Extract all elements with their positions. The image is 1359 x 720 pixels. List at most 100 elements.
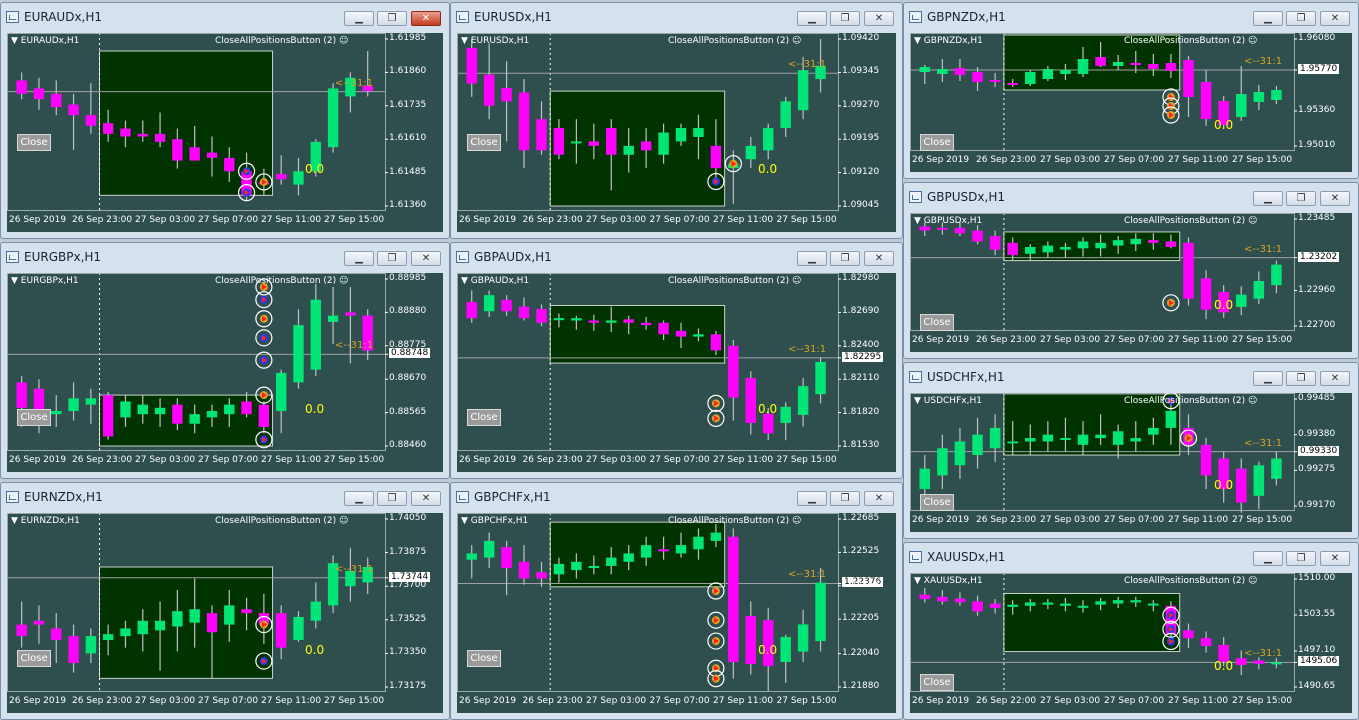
title-bar[interactable]: EURUSDx,H1 ▁ ❐ ✕ <box>451 3 902 31</box>
close-all-positions-button[interactable]: CloseAllPositionsButton (2) ☺ <box>668 36 801 46</box>
price-chart[interactable]: 1.23485 1.23202 1.22960 1.22700 26 Sep 2019 2… <box>910 213 1352 352</box>
maximize-button[interactable]: ❐ <box>1286 11 1316 26</box>
close-window-button[interactable]: ✕ <box>411 491 441 506</box>
close-window-button[interactable]: ✕ <box>1320 191 1350 206</box>
close-window-button[interactable]: ✕ <box>1320 11 1350 26</box>
chart-menu-icon[interactable]: ▼ <box>11 276 21 286</box>
chart-window-euraud[interactable]: EURAUDx,H1 ▁ ❐ ✕ 1.61985 1.61860 1.61735 1.6161… <box>0 2 450 239</box>
title-bar[interactable]: EURGBPx,H1 ▁ ❐ ✕ <box>1 243 449 271</box>
candle-body <box>120 628 131 637</box>
title-bar[interactable]: GBPNZDx,H1 ▁ ❐ ✕ <box>904 3 1358 31</box>
title-bar[interactable]: EURAUDx,H1 ▁ ❐ ✕ <box>1 3 449 31</box>
close-window-button[interactable]: ✕ <box>411 251 441 266</box>
close-all-positions-button[interactable]: CloseAllPositionsButton (2) ☺ <box>1124 36 1257 46</box>
price-chart[interactable]: 1.22685 1.22525 1.22376 1.22365 1.22205 1.220… <box>457 513 896 713</box>
title-bar[interactable]: XAUUSDx,H1 ▁ ❐ ✕ <box>904 543 1358 571</box>
title-bar[interactable]: GBPCHFx,H1 ▁ ❐ ✕ <box>451 483 902 511</box>
close-window-button[interactable]: ✕ <box>411 11 441 26</box>
price-chart[interactable]: 1.96080 1.95770 1.95360 1.95010 26 Sep 2019 2… <box>910 33 1352 172</box>
maximize-button[interactable]: ❐ <box>377 251 407 266</box>
chart-window-gbpnzd[interactable]: GBPNZDx,H1 ▁ ❐ ✕ 1.96080 1.95770 1.95360 1.9501… <box>903 2 1359 179</box>
minimize-button[interactable]: ▁ <box>344 11 374 26</box>
candle-body <box>51 411 62 415</box>
maximize-button[interactable]: ❐ <box>1286 191 1316 206</box>
chart-menu-icon[interactable]: ▼ <box>914 576 924 586</box>
chart-menu-icon[interactable]: ▼ <box>914 36 924 46</box>
maximize-button[interactable]: ❐ <box>830 491 860 506</box>
close-position-button[interactable]: Close <box>467 409 501 427</box>
close-position-button[interactable]: Close <box>920 493 954 511</box>
minimize-button[interactable]: ▁ <box>344 251 374 266</box>
chart-window-xauusd[interactable]: XAUUSDx,H1 ▁ ❐ ✕ 1510.00 1503.55 1497.10 1495.0… <box>903 542 1359 720</box>
price-chart[interactable]: 0.88985 0.88880 0.88775 0.88748 0.88670 0.885… <box>7 273 443 472</box>
close-position-button[interactable]: Close <box>17 133 51 151</box>
close-all-positions-button[interactable]: CloseAllPositionsButton (2) ☺ <box>668 516 801 526</box>
chart-window-eurgbp[interactable]: EURGBPx,H1 ▁ ❐ ✕ 0.88985 0.88880 0.88775 0.8874… <box>0 242 450 479</box>
minimize-button[interactable]: ▁ <box>1253 371 1283 386</box>
title-bar[interactable]: EURNZDx,H1 ▁ ❐ ✕ <box>1 483 449 511</box>
minimize-button[interactable]: ▁ <box>1253 191 1283 206</box>
chart-menu-icon[interactable]: ▼ <box>914 396 924 406</box>
chart-window-eurusd[interactable]: EURUSDx,H1 ▁ ❐ ✕ 1.09420 1.09345 1.09270 1.0919… <box>450 2 903 239</box>
close-all-positions-button[interactable]: CloseAllPositionsButton (2) ☺ <box>1124 396 1257 406</box>
price-chart[interactable]: 0.99485 0.99380 0.99330 0.99275 0.99170 26 Se… <box>910 393 1352 532</box>
close-window-button[interactable]: ✕ <box>1320 371 1350 386</box>
close-all-positions-button[interactable]: CloseAllPositionsButton (2) ☺ <box>215 36 348 46</box>
chart-window-gbpaud[interactable]: GBPAUDx,H1 ▁ ❐ ✕ 1.82980 1.82690 1.82400 1.8229… <box>450 242 903 479</box>
close-window-button[interactable]: ✕ <box>864 491 894 506</box>
close-window-button[interactable]: ✕ <box>864 11 894 26</box>
time-tick: 27 Sep 07:00 <box>649 696 710 706</box>
minimize-button[interactable]: ▁ <box>1253 551 1283 566</box>
close-position-button[interactable]: Close <box>467 133 501 151</box>
candle-body <box>85 398 97 405</box>
chart-menu-icon[interactable]: ▼ <box>461 36 471 46</box>
price-chart[interactable]: 1.74050 1.73875 1.73744 1.73700 1.73525 1.733… <box>7 513 443 713</box>
chart-window-usdchf[interactable]: USDCHFx,H1 ▁ ❐ ✕ 0.99485 0.99380 0.99330 0.9927… <box>903 362 1359 539</box>
close-position-button[interactable]: Close <box>17 409 51 427</box>
title-bar[interactable]: GBPUSDx,H1 ▁ ❐ ✕ <box>904 183 1358 211</box>
maximize-button[interactable]: ❐ <box>830 11 860 26</box>
chart-menu-icon[interactable]: ▼ <box>11 516 21 526</box>
close-all-positions-button[interactable]: CloseAllPositionsButton (2) ☺ <box>668 276 801 286</box>
close-all-positions-button[interactable]: CloseAllPositionsButton (2) ☺ <box>215 276 348 286</box>
close-all-positions-button[interactable]: CloseAllPositionsButton (2) ☺ <box>1124 576 1257 586</box>
candle-body <box>972 601 983 612</box>
close-all-positions-button[interactable]: CloseAllPositionsButton (2) ☺ <box>215 516 348 526</box>
close-position-button[interactable]: Close <box>920 133 954 151</box>
close-window-button[interactable]: ✕ <box>1320 551 1350 566</box>
minimize-button[interactable]: ▁ <box>797 251 827 266</box>
chart-window-eurnzd[interactable]: EURNZDx,H1 ▁ ❐ ✕ 1.74050 1.73875 1.73744 1.7370… <box>0 482 450 720</box>
chart-menu-icon[interactable]: ▼ <box>11 36 21 46</box>
close-position-button[interactable]: Close <box>920 313 954 331</box>
price-chart[interactable]: 1.61985 1.61860 1.61735 1.61610 1.61485 1.613… <box>7 33 443 232</box>
close-position-button[interactable]: Close <box>920 674 954 692</box>
chart-menu-icon[interactable]: ▼ <box>461 276 471 286</box>
close-all-positions-button[interactable]: CloseAllPositionsButton (2) ☺ <box>1124 216 1257 226</box>
maximize-button[interactable]: ❐ <box>377 11 407 26</box>
price-tick: 1.82980 <box>842 273 880 283</box>
candle-body <box>919 226 931 231</box>
minimize-button[interactable]: ▁ <box>1253 11 1283 26</box>
chart-window-gbpchf[interactable]: GBPCHFx,H1 ▁ ❐ ✕ 1.22685 1.22525 1.22376 1.2236… <box>450 482 903 720</box>
minimize-button[interactable]: ▁ <box>797 11 827 26</box>
price-chart[interactable]: 1.09420 1.09345 1.09270 1.09195 1.09120 1.090… <box>457 33 896 232</box>
minimize-button[interactable]: ▁ <box>344 491 374 506</box>
close-position-button[interactable]: Close <box>467 650 501 668</box>
price-chart[interactable]: 1.82980 1.82690 1.82400 1.82295 1.82110 1.818… <box>457 273 896 472</box>
maximize-button[interactable]: ❐ <box>1286 551 1316 566</box>
minimize-button[interactable]: ▁ <box>797 491 827 506</box>
price-chart[interactable]: 1510.00 1503.55 1497.10 1495.06 1490.65 26 Se… <box>910 573 1352 713</box>
maximize-button[interactable]: ❐ <box>830 251 860 266</box>
maximize-button[interactable]: ❐ <box>377 491 407 506</box>
profit-label: 0.0 <box>1214 478 1234 493</box>
chart-menu-icon[interactable]: ▼ <box>461 516 471 526</box>
candle-body <box>1007 242 1018 256</box>
maximize-button[interactable]: ❐ <box>1286 371 1316 386</box>
candle-body <box>1200 444 1212 476</box>
title-bar[interactable]: GBPAUDx,H1 ▁ ❐ ✕ <box>451 243 902 271</box>
chart-menu-icon[interactable]: ▼ <box>914 216 924 226</box>
title-bar[interactable]: USDCHFx,H1 ▁ ❐ ✕ <box>904 363 1358 391</box>
chart-window-gbpusd[interactable]: GBPUSDx,H1 ▁ ❐ ✕ 1.23485 1.23202 1.22960 1.2270… <box>903 182 1359 359</box>
close-window-button[interactable]: ✕ <box>864 251 894 266</box>
close-position-button[interactable]: Close <box>17 650 51 668</box>
